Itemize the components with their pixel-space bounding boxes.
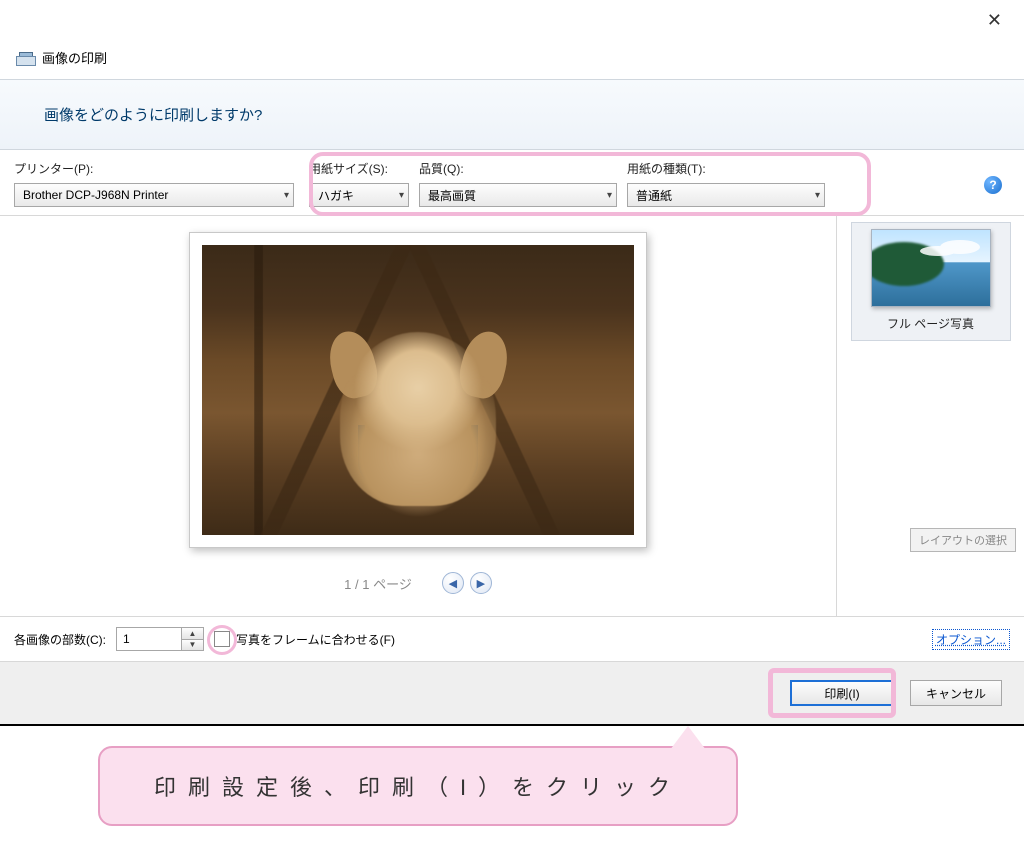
- quality-label: 品質(Q):: [419, 160, 627, 177]
- print-pictures-dialog: ✕ 画像の印刷 画像をどのように印刷しますか? プリンター(P): Brothe…: [0, 0, 1024, 826]
- paper-size-setting: 用紙サイズ(S): ハガキ ▾: [309, 160, 419, 207]
- chevron-down-icon: ▾: [399, 190, 404, 201]
- layout-option-label: フル ページ写真: [887, 315, 974, 332]
- print-settings-row: プリンター(P): Brother DCP-J968N Printer ▾ 用紙…: [0, 150, 1024, 215]
- help-icon[interactable]: ?: [984, 176, 1002, 194]
- annotation-caption-text: 印刷設定後、印刷（I）をクリック: [154, 775, 682, 800]
- title-bar: 画像の印刷: [0, 0, 1024, 79]
- bottom-left-group: 各画像の部数(C): ▲ ▼ 写真をフレームに合わせる(F): [14, 627, 395, 651]
- paper-type-setting: 用紙の種類(T): 普通紙 ▾: [627, 160, 837, 207]
- chevron-down-icon: ▾: [815, 190, 820, 201]
- layout-option-full-page[interactable]: フル ページ写真: [851, 222, 1011, 341]
- quality-value: 最高画質: [428, 187, 476, 204]
- preview-row: 1 / 1 ページ ◀ ▶ フル ページ写真 レイアウトの選択: [0, 215, 1024, 616]
- chevron-down-icon: ▾: [607, 190, 612, 201]
- copies-input[interactable]: [117, 628, 181, 650]
- page-indicator: 1 / 1 ページ: [344, 574, 412, 593]
- preview-page: [189, 232, 647, 548]
- spinner-up-button[interactable]: ▲: [182, 628, 203, 640]
- fit-frame-checkbox[interactable]: [214, 631, 230, 647]
- printer-label: プリンター(P):: [14, 160, 309, 177]
- annotation-caption: 印刷設定後、印刷（I）をクリック: [98, 746, 738, 826]
- action-bar: 印刷(I) キャンセル: [0, 661, 1024, 726]
- options-link[interactable]: オプション...: [932, 629, 1010, 650]
- quality-combobox[interactable]: 最高画質 ▾: [419, 183, 617, 207]
- layout-select-label: レイアウトの選択: [910, 528, 1016, 552]
- paper-type-label: 用紙の種類(T):: [627, 160, 837, 177]
- callout-tail-icon: [670, 726, 706, 750]
- quality-setting: 品質(Q): 最高画質 ▾: [419, 160, 627, 207]
- chevron-down-icon: ▾: [284, 190, 289, 201]
- close-button[interactable]: ✕: [977, 6, 1012, 35]
- printer-value: Brother DCP-J968N Printer: [23, 188, 168, 202]
- fit-frame-option: 写真をフレームに合わせる(F): [214, 631, 395, 648]
- layout-side-pane: フル ページ写真 レイアウトの選択: [836, 216, 1024, 616]
- next-page-button[interactable]: ▶: [470, 572, 492, 594]
- paper-size-combobox[interactable]: ハガキ ▾: [309, 183, 409, 207]
- preview-pane: 1 / 1 ページ ◀ ▶: [0, 216, 836, 616]
- pager: 1 / 1 ページ ◀ ▶: [344, 572, 492, 594]
- cancel-button[interactable]: キャンセル: [910, 680, 1002, 706]
- copies-spinner[interactable]: ▲ ▼: [116, 627, 204, 651]
- fit-frame-label: 写真をフレームに合わせる(F): [236, 631, 395, 648]
- print-button[interactable]: 印刷(I): [790, 680, 894, 706]
- bottom-options-row: 各画像の部数(C): ▲ ▼ 写真をフレームに合わせる(F) オプション...: [0, 617, 1024, 661]
- printer-setting: プリンター(P): Brother DCP-J968N Printer ▾: [14, 160, 309, 207]
- pager-nav: ◀ ▶: [442, 572, 492, 594]
- prev-page-button[interactable]: ◀: [442, 572, 464, 594]
- paper-size-value: ハガキ: [318, 187, 354, 204]
- instruction-text: 画像をどのように印刷しますか?: [0, 79, 1024, 150]
- printer-combobox[interactable]: Brother DCP-J968N Printer ▾: [14, 183, 294, 207]
- spinner-down-button[interactable]: ▼: [182, 640, 203, 651]
- layout-thumbnail: [871, 229, 991, 307]
- paper-type-value: 普通紙: [636, 187, 672, 204]
- window-title: 画像の印刷: [42, 48, 107, 67]
- copies-label: 各画像の部数(C):: [14, 631, 106, 648]
- printer-icon: [16, 50, 34, 66]
- paper-type-combobox[interactable]: 普通紙 ▾: [627, 183, 825, 207]
- paper-size-label: 用紙サイズ(S):: [309, 160, 419, 177]
- preview-photo: [202, 245, 634, 535]
